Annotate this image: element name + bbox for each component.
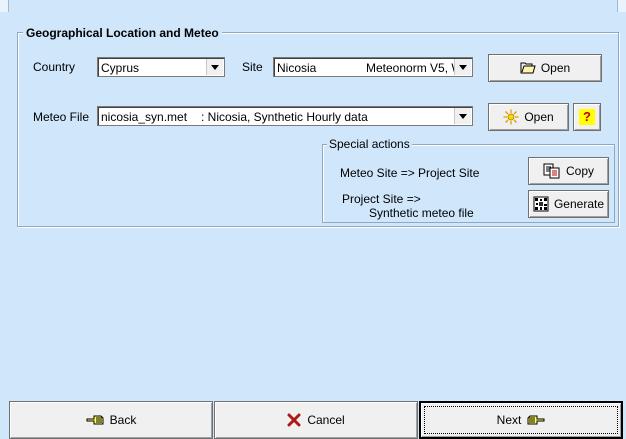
meteo-file-combo[interactable]: nicosia_syn.met : Nicosia, Synthetic Hou… <box>97 106 473 126</box>
meteo-file-name: nicosia_syn.met <box>101 110 188 124</box>
window-top-edge <box>0 0 626 12</box>
chevron-down-icon[interactable] <box>206 59 223 75</box>
back-button[interactable]: Back <box>9 401 213 439</box>
folder-open-icon <box>520 62 536 74</box>
cancel-label: Cancel <box>307 413 345 427</box>
copy-button[interactable]: Copy <box>528 157 609 185</box>
meteo-file-description: : Nicosia, Synthetic Hourly data <box>201 110 368 124</box>
pointing-hand-left-icon <box>86 415 104 425</box>
generate-description-line2: Synthetic meteo file <box>369 206 474 220</box>
help-button[interactable]: ? <box>573 103 601 131</box>
site-source: Meteonorm V5, WI <box>366 61 467 75</box>
generate-label: Generate <box>553 197 605 211</box>
chevron-down-icon[interactable] <box>454 59 471 75</box>
country-value: Cyprus <box>101 61 140 75</box>
generate-button[interactable]: Generate <box>528 190 609 218</box>
help-icon: ? <box>579 109 595 125</box>
site-open-button[interactable]: Open <box>488 54 602 82</box>
site-value: Nicosia <box>277 61 317 75</box>
next-label: Next <box>496 413 522 427</box>
group-title: Geographical Location and Meteo <box>23 26 222 40</box>
country-combo[interactable]: Cyprus <box>97 57 225 77</box>
site-open-label: Open <box>540 61 571 75</box>
country-label: Country <box>33 60 76 74</box>
meteo-file-label: Meteo File <box>33 110 90 124</box>
site-combo[interactable]: Nicosia Meteonorm V5, WI <box>273 57 473 77</box>
generate-description-line1: Project Site => <box>342 192 421 206</box>
copy-icon <box>543 163 560 179</box>
generate-icon <box>533 196 549 212</box>
site-label: Site <box>242 60 263 74</box>
chevron-down-icon[interactable] <box>454 108 471 124</box>
special-actions-title: Special actions <box>327 137 412 151</box>
cancel-button[interactable]: Cancel <box>214 401 418 439</box>
sparkle-icon <box>503 109 519 125</box>
copy-description: Meteo Site => Project Site <box>340 166 480 180</box>
next-button[interactable]: Next <box>419 401 623 439</box>
close-icon <box>287 413 301 427</box>
meteo-open-button[interactable]: Open <box>488 103 569 131</box>
pointing-hand-right-icon <box>527 415 545 425</box>
meteo-open-label: Open <box>524 110 554 124</box>
copy-label: Copy <box>565 164 594 178</box>
back-label: Back <box>109 413 137 427</box>
